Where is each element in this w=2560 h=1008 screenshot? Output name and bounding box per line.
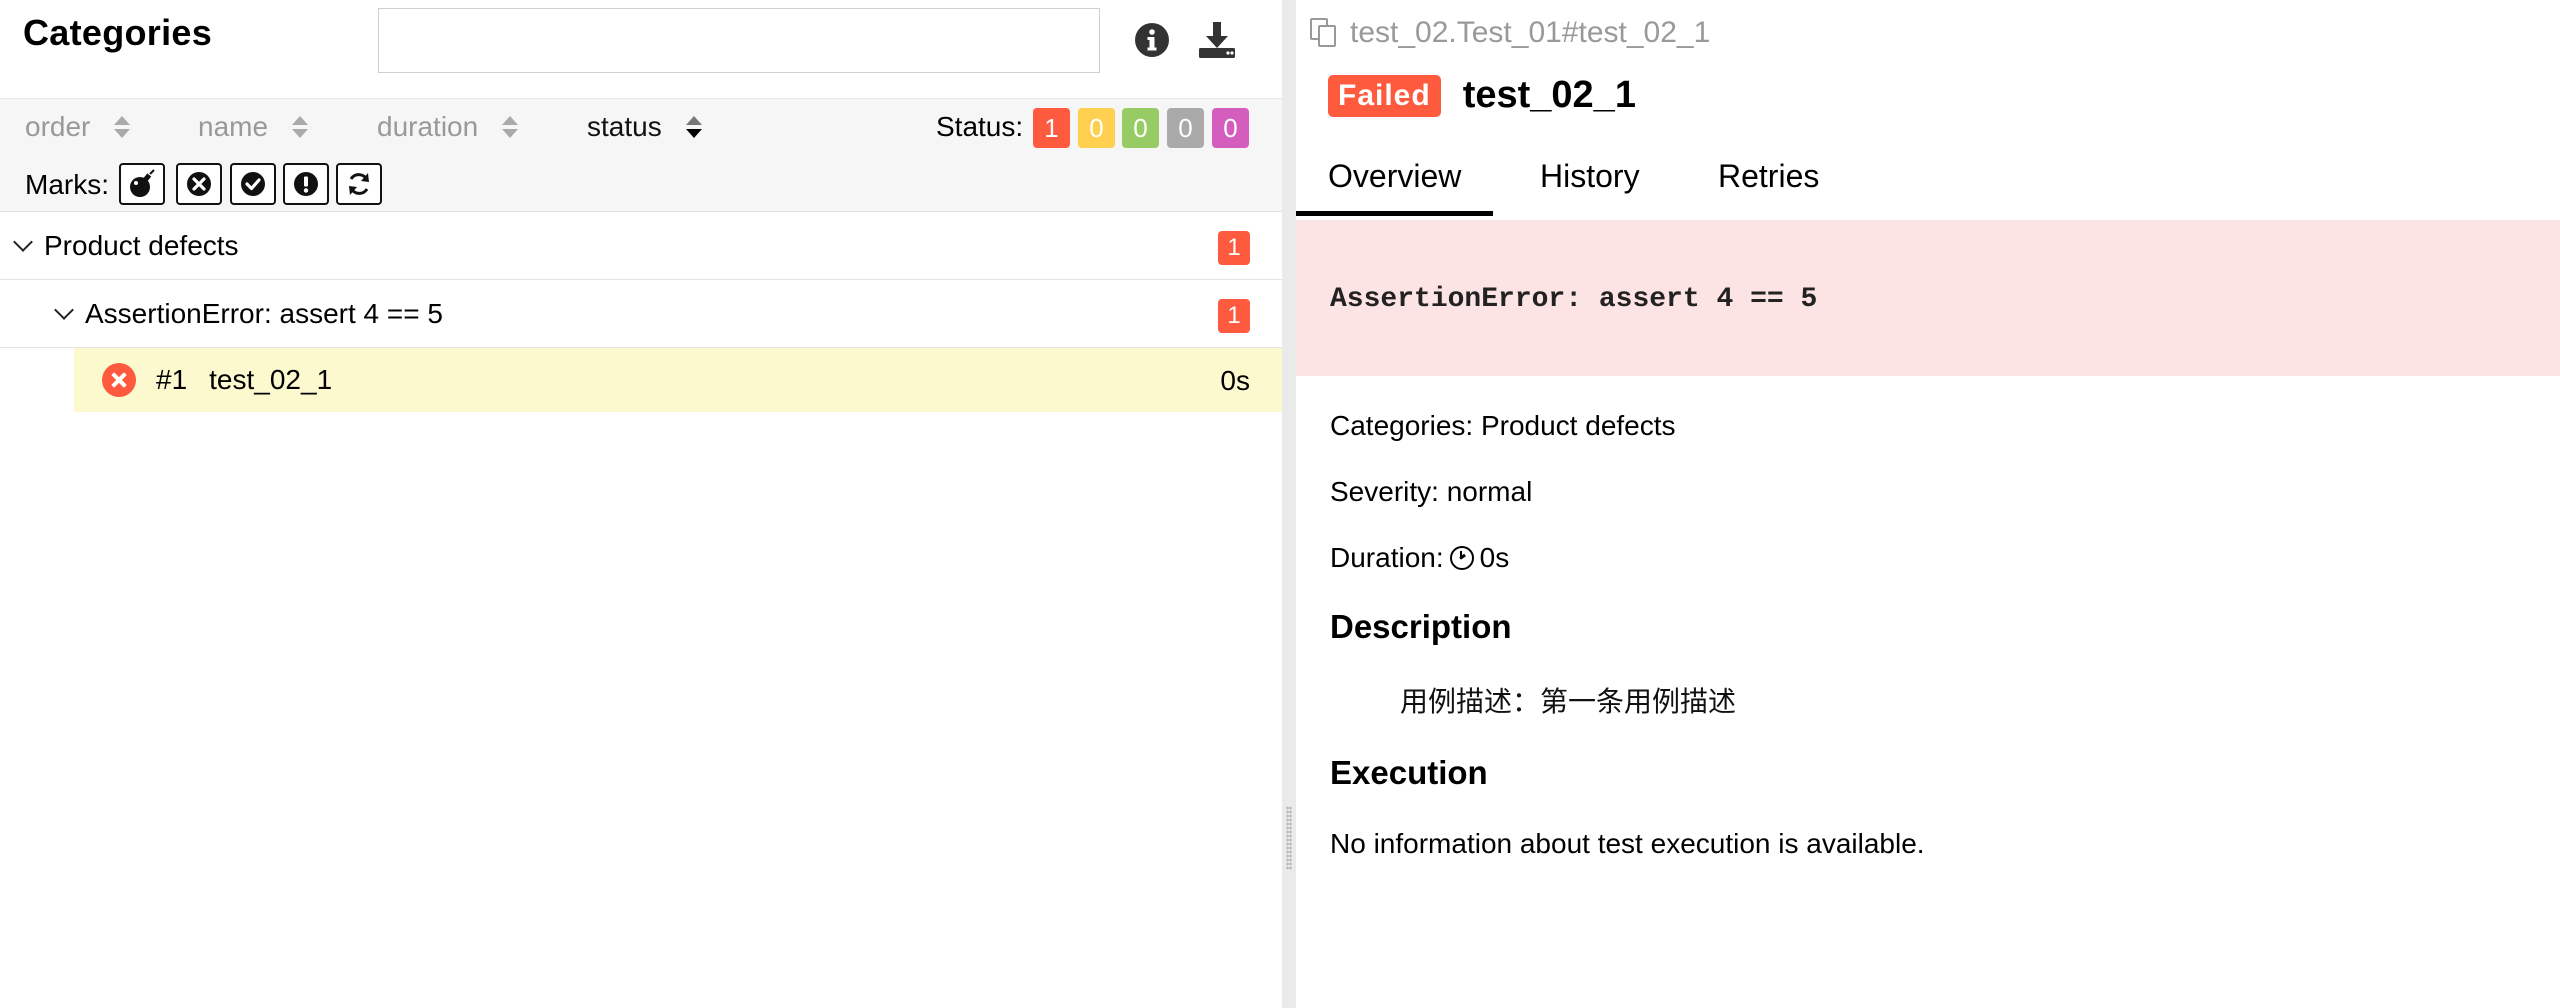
copy-icon[interactable] [1308, 16, 1342, 50]
test-title: test_02_1 [1462, 74, 1636, 116]
info-icon[interactable] [1130, 18, 1174, 62]
close-circle-icon [187, 172, 211, 196]
description-heading: Description [1330, 608, 1512, 645]
sort-duration-label: duration [377, 111, 479, 142]
sort-name-label: name [198, 111, 269, 142]
subgroup-count-badge: 1 [1218, 299, 1250, 333]
tree-test-item[interactable]: #1 test_02_1 0s [74, 348, 1282, 412]
page-title: Categories [23, 12, 213, 53]
test-duration: 0s [1220, 365, 1250, 396]
duration-value: 0s [1479, 542, 1510, 573]
duration-label: Duration: [1330, 542, 1444, 573]
execution-heading: Execution [1330, 754, 1488, 791]
splitter-grip-icon[interactable] [1286, 806, 1292, 870]
clock-icon [1449, 546, 1474, 570]
tree-toolbar: order name duration status Status: 1 0 0… [0, 98, 1282, 212]
sort-order[interactable]: order [25, 111, 131, 143]
categories-tree: Product defects 1 AssertionError: assert… [0, 212, 1282, 412]
mark-new-passed-button[interactable] [230, 163, 276, 205]
mark-new-broken-button[interactable] [283, 163, 329, 205]
result-tabs: Overview History Retries [1296, 142, 2560, 220]
status-failed-toggle[interactable]: 1 [1033, 108, 1070, 148]
execution-text: No information about test execution is a… [1330, 828, 1925, 859]
tree-group-assertion-error[interactable]: AssertionError: assert 4 == 5 1 [0, 280, 1282, 348]
sort-desc-icon [685, 114, 702, 140]
error-message: AssertionError: assert 4 == 5 [1330, 284, 1818, 315]
pane-splitter[interactable] [1282, 0, 1296, 1008]
test-path-text: test_02.Test_01#test_02_1 [1350, 16, 1711, 49]
mark-new-failed-button[interactable] [176, 163, 222, 205]
categories-info: Categories: Product defects [1330, 410, 1676, 441]
tab-overview[interactable]: Overview [1296, 158, 1494, 216]
status-filter-label: Status: [936, 111, 1024, 142]
sort-name[interactable]: name [198, 111, 309, 143]
test-name: test_02_1 [209, 364, 333, 395]
sort-status-label: status [587, 111, 662, 142]
chevron-down-icon [54, 299, 74, 320]
group-count-badge: 1 [1218, 231, 1250, 265]
severity-info: Severity: normal [1330, 476, 1533, 507]
categories-pane: Categories order name duration status St… [0, 0, 1282, 1008]
duration-info: Duration: 0s [1330, 542, 1509, 574]
chevron-down-icon [13, 231, 33, 252]
marks-label: Marks: [25, 169, 109, 200]
exclamation-circle-icon [294, 172, 318, 196]
mark-flaky-button[interactable] [119, 163, 165, 205]
test-full-path[interactable]: test_02.Test_01#test_02_1 [1308, 16, 1710, 50]
description-text: 用例描述：第一条用例描述 [1400, 685, 1737, 718]
check-circle-icon [241, 172, 265, 196]
tree-group-product-defects[interactable]: Product defects 1 [0, 212, 1282, 280]
sort-arrows-icon [114, 114, 131, 140]
status-skipped-toggle[interactable]: 0 [1167, 108, 1204, 148]
sort-arrows-icon [502, 114, 519, 140]
group-label: Product defects [44, 229, 239, 261]
refresh-icon [349, 173, 369, 195]
tab-retries[interactable]: Retries [1718, 158, 1819, 216]
subgroup-label: AssertionError: assert 4 == 5 [85, 297, 443, 329]
pane-header: Categories [0, 0, 1282, 98]
test-number: #1 [156, 364, 188, 395]
status-badge: Failed [1328, 74, 1441, 117]
status-unknown-toggle[interactable]: 0 [1212, 108, 1249, 148]
sort-order-label: order [25, 111, 91, 142]
error-message-box[interactable]: AssertionError: assert 4 == 5 [1296, 220, 2560, 376]
failed-status-icon [102, 363, 136, 397]
test-title-line: Failed test_02_1 [1328, 74, 1636, 117]
download-icon[interactable] [1195, 18, 1239, 62]
sort-duration[interactable]: duration [377, 111, 519, 143]
tab-history[interactable]: History [1540, 158, 1640, 216]
bomb-icon [130, 169, 155, 197]
sort-arrows-icon [292, 114, 309, 140]
test-result-pane: test_02.Test_01#test_02_1 Failed test_02… [1296, 0, 2560, 1008]
status-broken-toggle[interactable]: 0 [1078, 108, 1115, 148]
search-input[interactable] [378, 8, 1100, 73]
mark-retries-button[interactable] [336, 163, 382, 205]
status-passed-toggle[interactable]: 0 [1122, 108, 1159, 148]
sort-status[interactable]: status [587, 111, 702, 143]
